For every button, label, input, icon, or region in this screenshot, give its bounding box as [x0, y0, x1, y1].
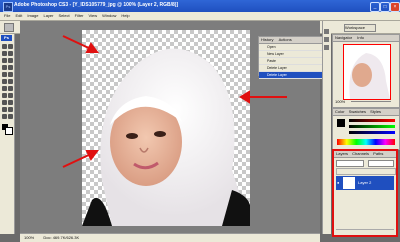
layers-footer-buttons[interactable] [336, 229, 394, 235]
navigator-tab-row: Navigator Info [333, 35, 399, 42]
foreground-swatch[interactable] [337, 119, 345, 127]
color-tab-row: Color Swatches Styles [333, 109, 399, 116]
notes-tool-icon[interactable] [2, 107, 7, 112]
tools-panel: Ps [0, 34, 15, 234]
move-tool-icon[interactable] [2, 44, 7, 49]
zoom-tool-icon[interactable] [8, 114, 13, 119]
menu-select[interactable]: Select [59, 12, 70, 20]
history-item[interactable]: Delete Layer [259, 65, 323, 72]
stamp-tool-icon[interactable] [2, 72, 7, 77]
tab-actions[interactable]: Actions [279, 37, 292, 42]
status-zoom[interactable]: 100% [24, 235, 34, 240]
slice-tool-icon[interactable] [8, 58, 13, 63]
marquee-tool-icon[interactable] [4, 23, 14, 32]
history-tab-row: History Actions [259, 37, 323, 44]
layer-row-selected[interactable]: ● Layer 2 [336, 176, 394, 190]
window-title: Adobe Photoshop CS3 - [Y_IDS105779_jpg @… [14, 2, 179, 8]
navigator-thumbnail[interactable] [343, 44, 391, 100]
layer-name: Layer 2 [358, 180, 372, 185]
tools-logo: Ps [1, 35, 12, 41]
maximize-button[interactable]: □ [380, 2, 390, 12]
blue-slider[interactable] [349, 131, 395, 134]
menu-layer[interactable]: Layer [43, 12, 53, 20]
tab-color[interactable]: Color [335, 109, 345, 114]
dodge-tool-icon[interactable] [8, 86, 13, 91]
navigator-zoom[interactable]: 100% [335, 99, 345, 104]
collapsed-panel-dock [322, 21, 331, 234]
tab-history[interactable]: History [261, 37, 273, 42]
opacity-field[interactable] [368, 160, 394, 167]
layers-tab-row: Layers Channels Paths [334, 151, 396, 158]
brush-tool-icon[interactable] [8, 65, 13, 70]
menu-window[interactable]: Window [102, 12, 116, 20]
history-brush-tool-icon[interactable] [8, 72, 13, 77]
menu-image[interactable]: Image [27, 12, 38, 20]
tab-layers[interactable]: Layers [336, 151, 348, 156]
status-doc-size: Doc: 469.7K/626.3K [43, 235, 80, 240]
tab-styles[interactable]: Styles [370, 109, 381, 114]
tab-info[interactable]: Info [357, 35, 364, 40]
workspace-button[interactable]: Workspace [344, 24, 376, 32]
dock-icon-2[interactable] [324, 37, 329, 42]
type-tool-icon[interactable] [8, 93, 13, 98]
close-button[interactable]: × [390, 2, 400, 12]
tab-navigator[interactable]: Navigator [335, 35, 352, 40]
history-item-selected[interactable]: Delete Layer [259, 72, 323, 79]
hand-tool-icon[interactable] [2, 114, 7, 119]
blur-tool-icon[interactable] [2, 86, 7, 91]
history-item[interactable]: New Layer [259, 51, 323, 58]
pen-tool-icon[interactable] [2, 93, 7, 98]
tab-paths[interactable]: Paths [373, 151, 383, 156]
menu-edit[interactable]: Edit [15, 12, 22, 20]
menu-filter[interactable]: Filter [75, 12, 84, 20]
path-selection-tool-icon[interactable] [2, 100, 7, 105]
dock-icon-1[interactable] [324, 29, 329, 34]
history-item[interactable]: Open [259, 44, 323, 51]
blend-mode-select[interactable] [336, 160, 364, 167]
lock-row [336, 168, 396, 175]
menu-view[interactable]: View [89, 12, 98, 20]
app-logo-icon: Ps [3, 2, 13, 12]
marquee-tool-icon[interactable] [8, 44, 13, 49]
green-slider[interactable] [349, 125, 395, 128]
layers-panel: Layers Channels Paths ● Layer 2 [332, 149, 398, 237]
magic-wand-tool-icon[interactable] [8, 51, 13, 56]
navigator-zoom-slider[interactable] [351, 101, 391, 102]
tab-channels[interactable]: Channels [352, 151, 369, 156]
menu-file[interactable]: File [4, 12, 10, 20]
history-item[interactable]: Paste [259, 58, 323, 65]
tab-swatches[interactable]: Swatches [349, 109, 366, 114]
eraser-tool-icon[interactable] [2, 79, 7, 84]
eye-icon[interactable]: ● [337, 180, 339, 185]
background-color-swatch[interactable] [5, 127, 13, 135]
crop-tool-icon[interactable] [2, 58, 7, 63]
healing-tool-icon[interactable] [2, 65, 7, 70]
navigator-preview-image [344, 45, 390, 99]
dock-icon-3[interactable] [324, 45, 329, 50]
title-bar: Ps Adobe Photoshop CS3 - [Y_IDS105779_jp… [0, 0, 400, 12]
menu-help[interactable]: Help [121, 12, 129, 20]
gradient-tool-icon[interactable] [8, 79, 13, 84]
navigator-panel: Navigator Info 100% [332, 34, 400, 108]
menu-bar: File Edit Image Layer Select Filter View Window… [0, 12, 400, 21]
history-panel: History Actions Open New Layer Paste Del… [258, 36, 324, 79]
color-ramp[interactable] [337, 139, 395, 145]
layer-thumbnail [343, 177, 355, 189]
color-panel: Color Swatches Styles [332, 108, 400, 150]
red-slider[interactable] [349, 119, 395, 122]
eyedropper-tool-icon[interactable] [8, 107, 13, 112]
shape-tool-icon[interactable] [8, 100, 13, 105]
minimize-button[interactable]: _ [370, 2, 380, 12]
lasso-tool-icon[interactable] [2, 51, 7, 56]
